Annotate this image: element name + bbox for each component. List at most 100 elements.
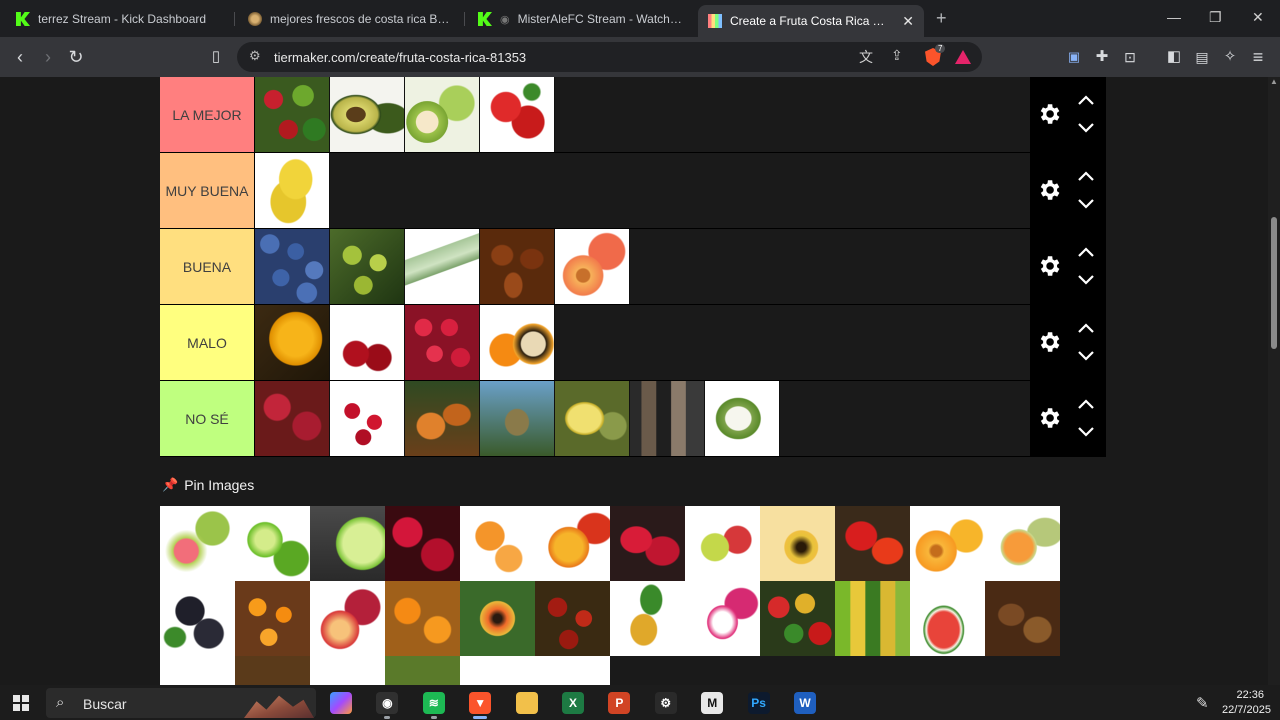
tab-kick-dashboard[interactable]: terrez Stream - Kick Dashboard: [6, 5, 234, 33]
share-icon[interactable]: ⇪: [891, 47, 903, 64]
fruit-tile-cashew-apple[interactable]: [835, 506, 910, 581]
tier-label[interactable]: BUENA: [160, 229, 255, 304]
fruit-tile-sugarcane[interactable]: [405, 229, 480, 304]
fruit-tile-jocote[interactable]: [535, 581, 610, 656]
fruit-tile-nectarine[interactable]: [310, 581, 385, 656]
move-down-icon[interactable]: [1076, 425, 1096, 439]
translate-extension-icon[interactable]: ▣: [1062, 45, 1086, 69]
fruit-tile-tamarind[interactable]: [985, 581, 1060, 656]
fruit-tile-peach-orange[interactable]: [910, 506, 985, 581]
page-scrollbar[interactable]: ▲: [1268, 77, 1280, 685]
tier-items[interactable]: [255, 305, 1029, 380]
powerpoint-icon[interactable]: P: [608, 692, 631, 714]
fruit-tile-mixed-fruit[interactable]: [255, 77, 330, 152]
scroll-thumb[interactable]: [1271, 217, 1277, 349]
tier-label[interactable]: LA MEJOR: [160, 77, 255, 152]
fruit-tile-raspberry[interactable]: [405, 305, 480, 380]
fruit-tile-peach[interactable]: [555, 229, 630, 304]
fruit-tile-mamon-chino[interactable]: [255, 381, 330, 456]
move-up-icon[interactable]: [1076, 93, 1096, 107]
fruit-tile-green-fruit[interactable]: [385, 656, 460, 685]
gear-icon[interactable]: [1036, 405, 1062, 431]
tier-label[interactable]: MUY BUENA: [160, 153, 255, 228]
close-tab-icon[interactable]: ✕: [902, 13, 914, 30]
fruit-tile-papaya[interactable]: [460, 581, 535, 656]
move-up-icon[interactable]: [1076, 321, 1096, 335]
pin-images-header[interactable]: 📌 Pin Images: [162, 477, 254, 493]
tab-tiermaker[interactable]: Create a Fruta Costa Rica Tier Lis ✕: [698, 5, 924, 37]
capcut-icon[interactable]: M: [701, 692, 724, 714]
tier-items[interactable]: [255, 153, 1029, 228]
fruit-tile-tangerine[interactable]: [460, 506, 535, 581]
fruit-tile-mandarin[interactable]: [385, 581, 460, 656]
photoshop-icon[interactable]: Ps: [747, 692, 770, 714]
fruit-tile-banana-varieties[interactable]: [835, 581, 910, 656]
fruit-tile-durian[interactable]: [555, 381, 630, 456]
audio-muted-icon[interactable]: ◉: [500, 13, 510, 26]
url-text[interactable]: tiermaker.com/create/fruta-costa-rica-81…: [274, 50, 526, 65]
screenshot-icon[interactable]: ⊡: [1118, 45, 1142, 69]
wallet-icon[interactable]: ▤: [1190, 45, 1214, 69]
sidebar-icon[interactable]: ◧: [1162, 45, 1186, 69]
move-up-icon[interactable]: [1076, 169, 1096, 183]
folder-icon[interactable]: [515, 692, 538, 714]
fruit-tile-avocado[interactable]: [330, 77, 405, 152]
site-settings-icon[interactable]: ⚙: [249, 48, 261, 64]
close-window-icon[interactable]: ✕: [1252, 9, 1264, 26]
move-down-icon[interactable]: [1076, 121, 1096, 135]
fruit-tile-strawberry[interactable]: [480, 77, 555, 152]
restore-icon[interactable]: ❐: [1209, 9, 1222, 26]
fruit-tile-pejibaye-palm[interactable]: [480, 381, 555, 456]
obs-icon[interactable]: ◉: [376, 692, 399, 714]
move-up-icon[interactable]: [1076, 397, 1096, 411]
fruit-tile-orange-pile[interactable]: [235, 656, 310, 685]
tier-items[interactable]: [255, 381, 1029, 456]
fruit-tile-lime-half[interactable]: [310, 506, 385, 581]
word-icon[interactable]: W: [794, 692, 816, 714]
pen-icon[interactable]: ✎: [1196, 694, 1209, 712]
fruit-tile-mixed-market[interactable]: [760, 581, 835, 656]
fruit-tile-starfruit[interactable]: [255, 305, 330, 380]
fruit-tile-lime[interactable]: [235, 506, 310, 581]
brave-icon[interactable]: ▼: [469, 692, 492, 714]
fruit-tile-cantaloupe[interactable]: [985, 506, 1060, 581]
tier-label[interactable]: NO SÉ: [160, 381, 255, 456]
tier-items[interactable]: [255, 77, 1029, 152]
menu-icon[interactable]: ≡: [1246, 45, 1270, 69]
gear-icon[interactable]: [1036, 329, 1062, 355]
fruit-tile-pineapple[interactable]: [610, 581, 685, 656]
fruit-tile-water-apple[interactable]: [610, 506, 685, 581]
minimize-icon[interactable]: —: [1167, 9, 1181, 25]
forward-icon[interactable]: ›: [36, 45, 60, 69]
fruit-tile-apple[interactable]: [685, 506, 760, 581]
fruit-tile-watermelon[interactable]: [910, 581, 985, 656]
fruit-tile-passion-fruit[interactable]: [760, 506, 835, 581]
move-down-icon[interactable]: [1076, 349, 1096, 363]
gear-icon[interactable]: [1036, 101, 1062, 127]
fruit-tile-dragon-fruit[interactable]: [685, 581, 760, 656]
fruit-tile-banana[interactable]: [255, 153, 330, 228]
tab-bracket[interactable]: mejores frescos de costa rica Bracket: [238, 5, 462, 33]
fruit-tile-blueberry[interactable]: [255, 229, 330, 304]
fruit-tile-cranberry[interactable]: [330, 381, 405, 456]
fruit-tile-coconut[interactable]: [535, 656, 610, 685]
address-bar[interactable]: ⚙ tiermaker.com/create/fruta-costa-rica-…: [237, 42, 982, 72]
fruit-tile-guava[interactable]: [405, 77, 480, 152]
tab-misteralefc[interactable]: ◉ MisterAleFC Stream - Watch Live: [468, 5, 694, 33]
fruit-tile-grapes[interactable]: [310, 656, 385, 685]
fruit-tile-granadilla[interactable]: [480, 305, 555, 380]
brave-rewards-icon[interactable]: [955, 50, 971, 64]
fruit-tile-tomato[interactable]: [160, 656, 235, 685]
fruit-tile-blackberry[interactable]: [160, 581, 235, 656]
reload-icon[interactable]: ↻: [64, 45, 88, 69]
spotify-icon[interactable]: ≋: [422, 692, 445, 714]
new-tab-button[interactable]: +: [936, 8, 947, 29]
back-icon[interactable]: ‹: [8, 45, 32, 69]
fruit-tile-nance[interactable]: [330, 229, 405, 304]
fruit-tile-guava-pink[interactable]: [160, 506, 235, 581]
fruit-tile-pear[interactable]: [460, 656, 535, 685]
fruit-tile-dates[interactable]: [480, 229, 555, 304]
bookmark-icon[interactable]: ▯: [204, 45, 228, 69]
translate-icon[interactable]: 文: [859, 47, 873, 67]
tier-items[interactable]: [255, 229, 1029, 304]
